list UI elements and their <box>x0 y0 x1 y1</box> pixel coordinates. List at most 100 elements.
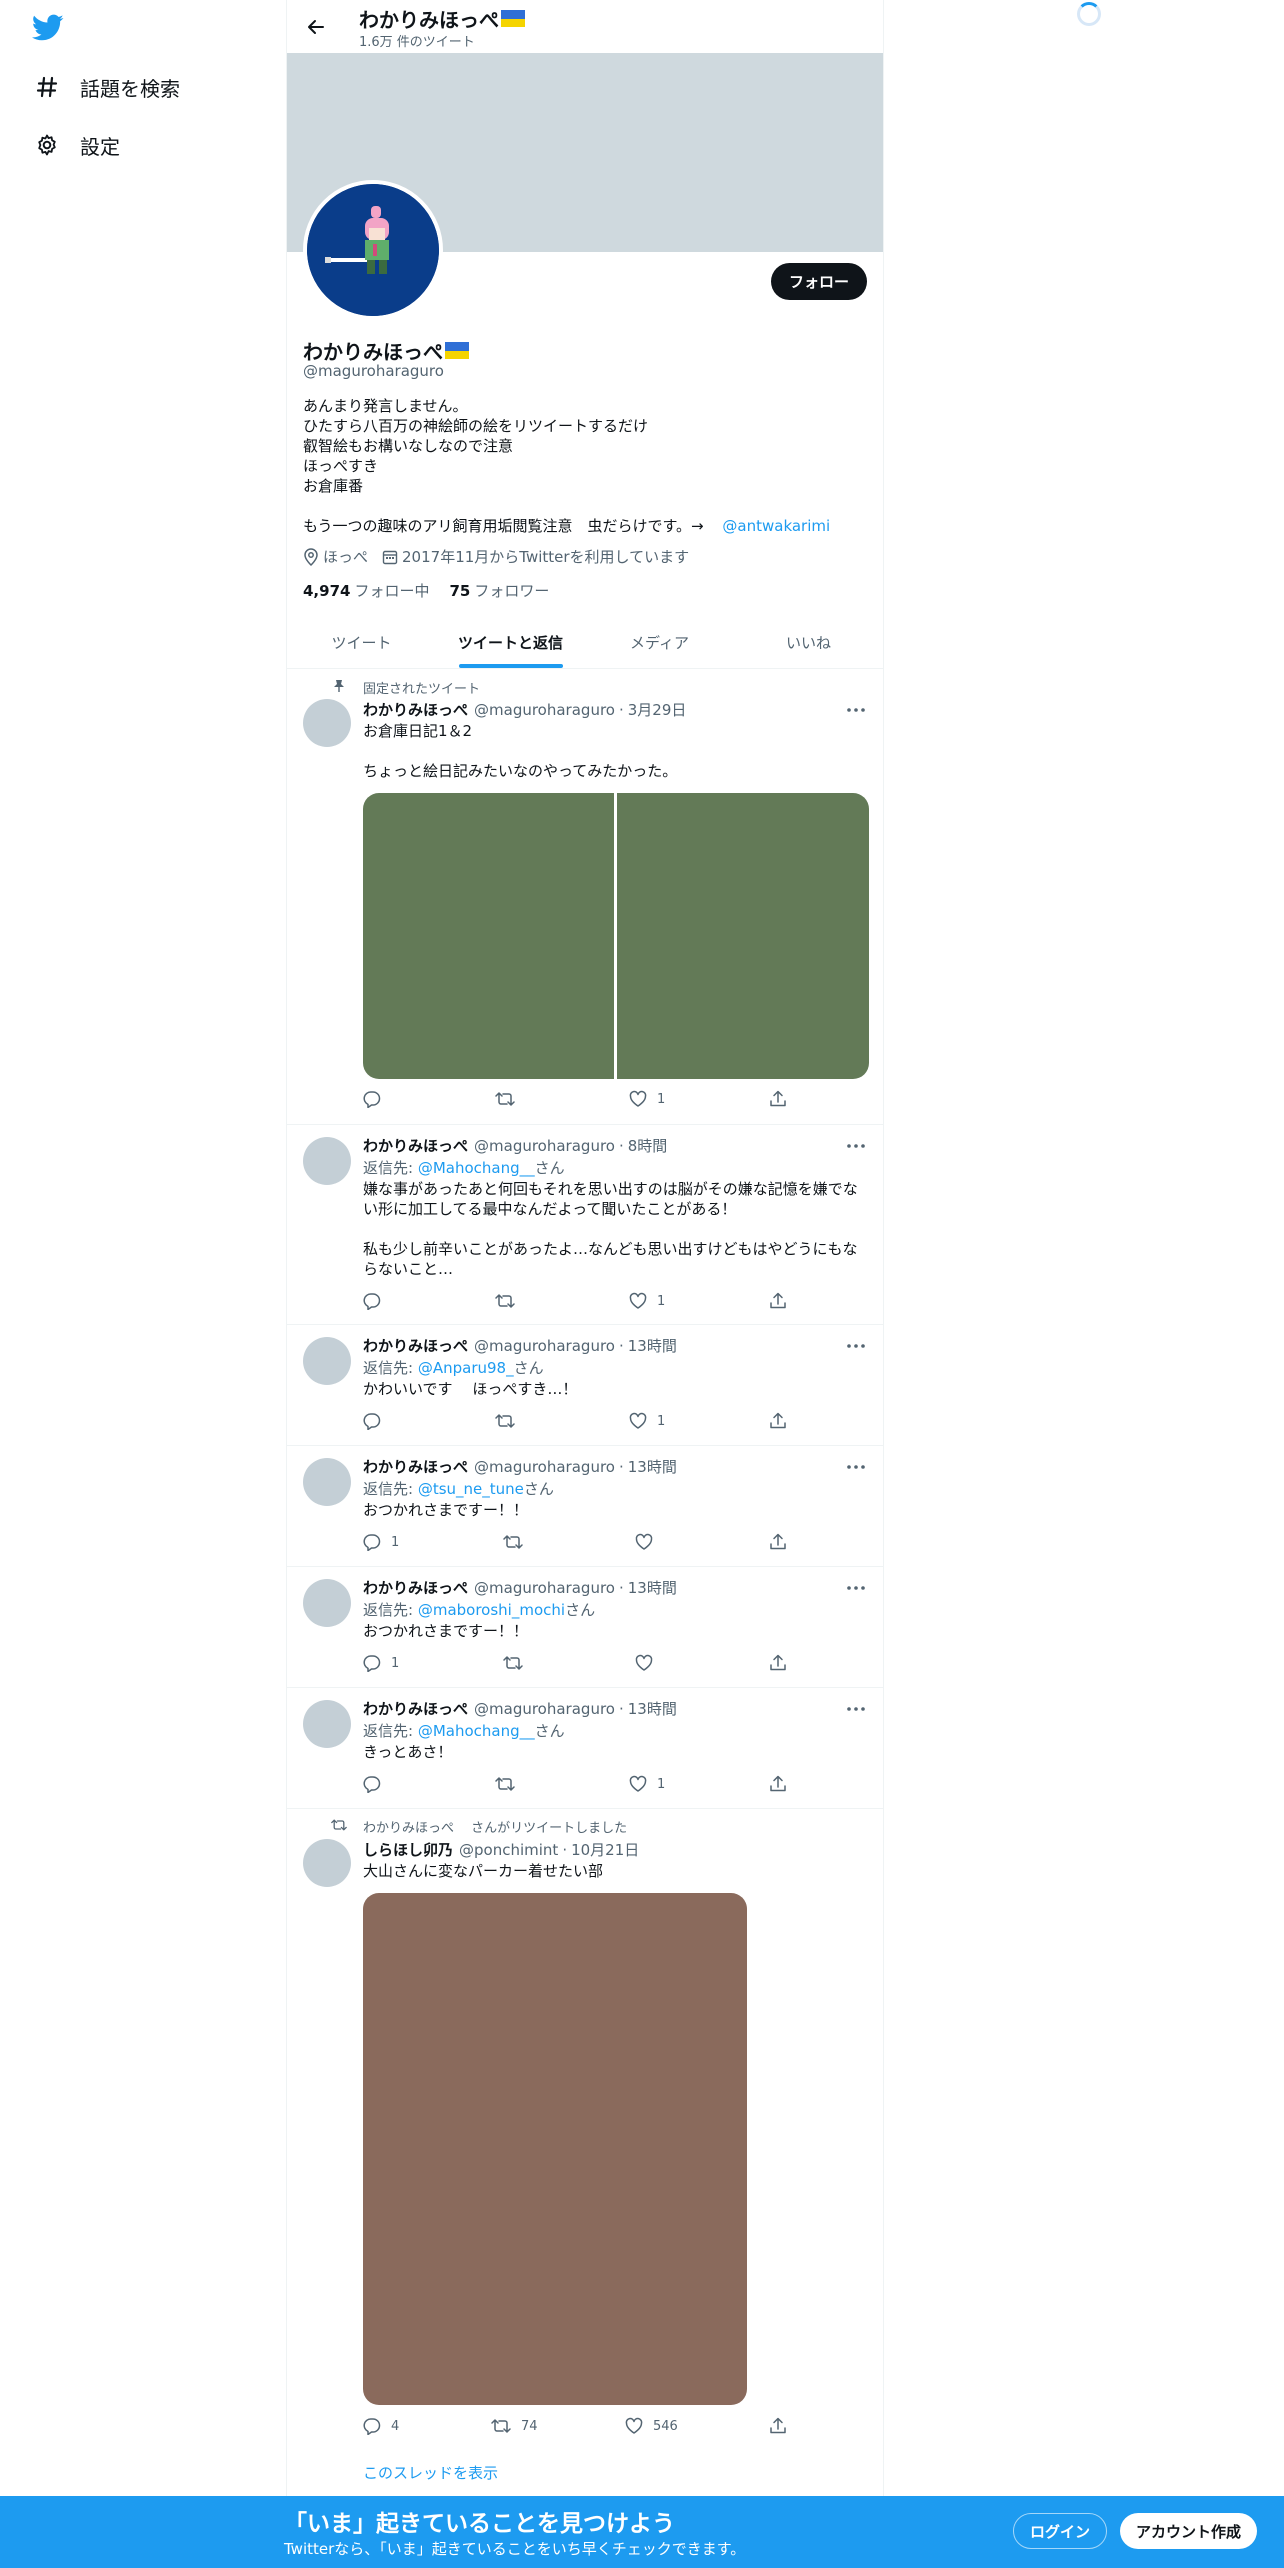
reply-to-link[interactable]: @Mahochang__ <box>418 1159 535 1177</box>
author-handle[interactable]: @maguroharaguro <box>474 1137 615 1155</box>
tweet-time[interactable]: 8時間 <box>628 1135 668 1156</box>
retweet-button[interactable] <box>495 1292 525 1310</box>
retweet-button[interactable] <box>503 1654 533 1672</box>
bio-line: お倉庫番 <box>303 477 364 495</box>
author-name[interactable]: わかりみほっぺ <box>363 1335 468 1356</box>
share-button[interactable] <box>769 1090 797 1108</box>
bio-link[interactable]: @antwakarimi <box>722 517 830 535</box>
tweet-time[interactable]: 3月29日 <box>628 699 687 720</box>
more-options-icon[interactable] <box>845 699 867 721</box>
author-handle[interactable]: @ponchimint <box>459 1841 558 1859</box>
author-name[interactable]: わかりみほっぺ <box>363 1135 468 1156</box>
like-button[interactable]: 546 <box>625 2417 678 2435</box>
avatar[interactable] <box>303 699 351 747</box>
share-button[interactable] <box>769 1775 797 1793</box>
login-button[interactable]: ログイン <box>1013 2513 1108 2549</box>
avatar[interactable] <box>303 1337 351 1385</box>
avatar[interactable] <box>303 1458 351 1506</box>
author-handle[interactable]: @maguroharaguro <box>474 1337 615 1355</box>
share-button[interactable] <box>769 1412 797 1430</box>
tweet[interactable]: わかりみほっぺ @maguroharaguro · 13時間 返信先: @tsu… <box>287 1446 883 1567</box>
tweet[interactable]: わかりみほっぺ @maguroharaguro · 8時間 返信先: @Maho… <box>287 1125 883 1325</box>
reply-button[interactable]: 1 <box>363 1654 399 1672</box>
profile-header: わかりみほっぺ 1.6万 件のツイート <box>287 0 883 53</box>
tab-tweets[interactable]: ツイート <box>287 616 436 668</box>
reply-icon <box>363 1776 381 1793</box>
avatar[interactable] <box>303 1137 351 1185</box>
share-button[interactable] <box>769 1292 797 1310</box>
author-name[interactable]: わかりみほっぺ <box>363 699 468 720</box>
tweet-media-grid[interactable] <box>363 793 869 1079</box>
share-button[interactable] <box>769 2417 797 2435</box>
avatar[interactable] <box>303 1839 351 1887</box>
retweet-button[interactable] <box>495 1090 525 1108</box>
tweet-time[interactable]: 13時間 <box>628 1456 677 1477</box>
back-button[interactable] <box>299 10 333 44</box>
followers-link[interactable]: 75 フォロワー <box>449 580 549 601</box>
author-handle[interactable]: @maguroharaguro <box>474 701 615 719</box>
tab-tweets-and-replies[interactable]: ツイートと返信 <box>436 616 585 668</box>
follow-button[interactable]: フォロー <box>770 263 867 300</box>
tweet-time[interactable]: 13時間 <box>628 1577 677 1598</box>
like-button[interactable]: 1 <box>629 1775 665 1793</box>
media-image[interactable] <box>617 793 869 1079</box>
following-link[interactable]: 4,974 フォロー中 <box>303 580 429 601</box>
share-button[interactable] <box>769 1533 797 1551</box>
reply-button[interactable]: 1 <box>363 1533 399 1551</box>
more-options-icon[interactable] <box>845 1135 867 1157</box>
reply-to-link[interactable]: @Mahochang__ <box>418 1722 535 1740</box>
author-name[interactable]: しらほし卯乃 <box>363 1839 453 1860</box>
author-name[interactable]: わかりみほっぺ <box>363 1698 468 1719</box>
twitter-bird-icon[interactable] <box>32 14 64 42</box>
reply-button[interactable]: 4 <box>363 2417 399 2435</box>
nav-explore[interactable]: 話題を検索 <box>34 67 180 107</box>
tweet[interactable]: 固定されたツイート わかりみほっぺ @maguroharaguro · 3月29… <box>287 669 883 1125</box>
author-name[interactable]: わかりみほっぺ <box>363 1456 468 1477</box>
tweet[interactable]: わかりみほっぺ さんがリツイートしました しらほし卯乃 @ponchimint … <box>287 1809 883 2499</box>
like-button[interactable] <box>635 1654 663 1672</box>
tweet[interactable]: わかりみほっぺ @maguroharaguro · 13時間 返信先: @mab… <box>287 1567 883 1688</box>
author-handle[interactable]: @maguroharaguro <box>474 1579 615 1597</box>
signup-button[interactable]: アカウント作成 <box>1120 2513 1258 2549</box>
retweet-button[interactable]: 74 <box>491 2417 538 2435</box>
share-button[interactable] <box>769 1654 797 1672</box>
tweet[interactable]: わかりみほっぺ @maguroharaguro · 13時間 返信先: @Mah… <box>287 1688 883 1809</box>
reply-to-link[interactable]: @Anparu98_ <box>418 1359 514 1377</box>
like-button[interactable]: 1 <box>629 1090 665 1108</box>
more-options-icon[interactable] <box>845 1456 867 1478</box>
reply-button[interactable] <box>363 1775 391 1793</box>
reply-button[interactable] <box>363 1090 391 1108</box>
tweet-time[interactable]: 13時間 <box>628 1335 677 1356</box>
social-context[interactable]: わかりみほっぺ さんがリツイートしました <box>363 1817 627 1836</box>
like-button[interactable]: 1 <box>629 1292 665 1310</box>
reply-button[interactable] <box>363 1412 391 1430</box>
avatar[interactable] <box>303 1579 351 1627</box>
author-name[interactable]: わかりみほっぺ <box>363 1577 468 1598</box>
tweet-time[interactable]: 10月21日 <box>571 1839 639 1860</box>
like-button[interactable] <box>635 1533 663 1551</box>
show-thread-link[interactable]: このスレッドを表示 <box>363 2462 498 2483</box>
tab-likes[interactable]: いいね <box>734 616 883 668</box>
tweet[interactable]: わかりみほっぺ @maguroharaguro · 13時間 返信先: @Anp… <box>287 1325 883 1446</box>
retweet-button[interactable] <box>495 1412 525 1430</box>
separator-dot: · <box>618 1457 624 1476</box>
tweet-count: 1.6万 件のツイート <box>359 35 475 50</box>
profile-avatar[interactable] <box>303 180 443 320</box>
retweet-button[interactable] <box>503 1533 533 1551</box>
tab-media[interactable]: メディア <box>585 616 734 668</box>
reply-to-link[interactable]: @maboroshi_mochi <box>418 1601 565 1619</box>
avatar[interactable] <box>303 1700 351 1748</box>
author-handle[interactable]: @maguroharaguro <box>474 1700 615 1718</box>
like-button[interactable]: 1 <box>629 1412 665 1430</box>
more-options-icon[interactable] <box>845 1577 867 1599</box>
nav-settings[interactable]: 設定 <box>34 125 120 165</box>
media-image[interactable] <box>363 793 614 1079</box>
more-options-icon[interactable] <box>845 1335 867 1357</box>
reply-to-link[interactable]: @tsu_ne_tune <box>418 1480 524 1498</box>
reply-button[interactable] <box>363 1292 391 1310</box>
retweet-button[interactable] <box>495 1775 525 1793</box>
media-image[interactable] <box>363 1893 747 2405</box>
author-handle[interactable]: @maguroharaguro <box>474 1458 615 1476</box>
tweet-time[interactable]: 13時間 <box>628 1698 677 1719</box>
more-options-icon[interactable] <box>845 1698 867 1720</box>
